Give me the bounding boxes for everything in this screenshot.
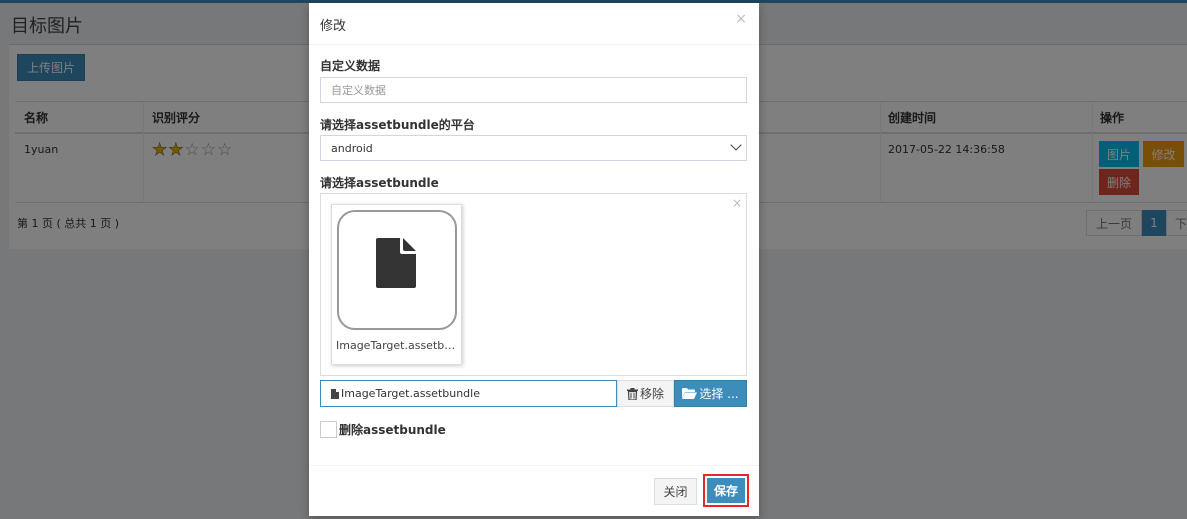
file-name-text: ImageTarget.assetbundle: [341, 387, 480, 400]
thumbnail-frame: [337, 210, 457, 330]
delete-assetbundle-checkbox[interactable]: [320, 420, 337, 438]
custom-data-input[interactable]: 自定义数据: [320, 77, 747, 103]
file-preview: × ImageTarget.assetbundle: [320, 193, 747, 376]
edit-modal: 修改 × 自定义数据 自定义数据 请选择assetbundle的平台 andro…: [309, 3, 759, 516]
close-button[interactable]: 关闭: [654, 478, 697, 505]
thumbnail-caption: ImageTarget.assetbundle: [336, 339, 459, 352]
platform-select-value: android: [331, 141, 373, 155]
chevron-down-icon: [730, 139, 742, 151]
delete-assetbundle-label[interactable]: 删除assetbundle: [339, 421, 446, 438]
file-input-group: ImageTarget.assetbundle 移除 选择 ...: [320, 380, 747, 407]
bundle-label: 请选择assetbundle: [320, 176, 439, 190]
platform-select[interactable]: android: [320, 135, 747, 161]
modal-title: 修改: [320, 19, 347, 34]
file-thumbnail: ImageTarget.assetbundle: [331, 204, 462, 365]
preview-close-icon[interactable]: ×: [732, 196, 742, 210]
file-small-icon: [331, 388, 339, 399]
choose-file-button[interactable]: 选择 ...: [674, 380, 747, 407]
file-icon: [376, 238, 416, 288]
trash-icon: [626, 387, 638, 400]
delete-assetbundle-option: 删除assetbundle: [320, 420, 446, 438]
choose-label: 选择 ...: [699, 387, 739, 401]
remove-file-button[interactable]: 移除: [617, 380, 674, 407]
close-icon[interactable]: ×: [735, 11, 747, 27]
platform-label: 请选择assetbundle的平台: [320, 118, 475, 132]
modal-header: 修改 ×: [309, 3, 759, 45]
save-button-highlight: 保存: [703, 474, 749, 507]
save-button[interactable]: 保存: [707, 478, 745, 503]
file-name-field[interactable]: ImageTarget.assetbundle: [320, 380, 617, 407]
remove-label: 移除: [639, 387, 664, 401]
folder-open-icon: [682, 388, 698, 399]
custom-data-label: 自定义数据: [320, 59, 381, 73]
